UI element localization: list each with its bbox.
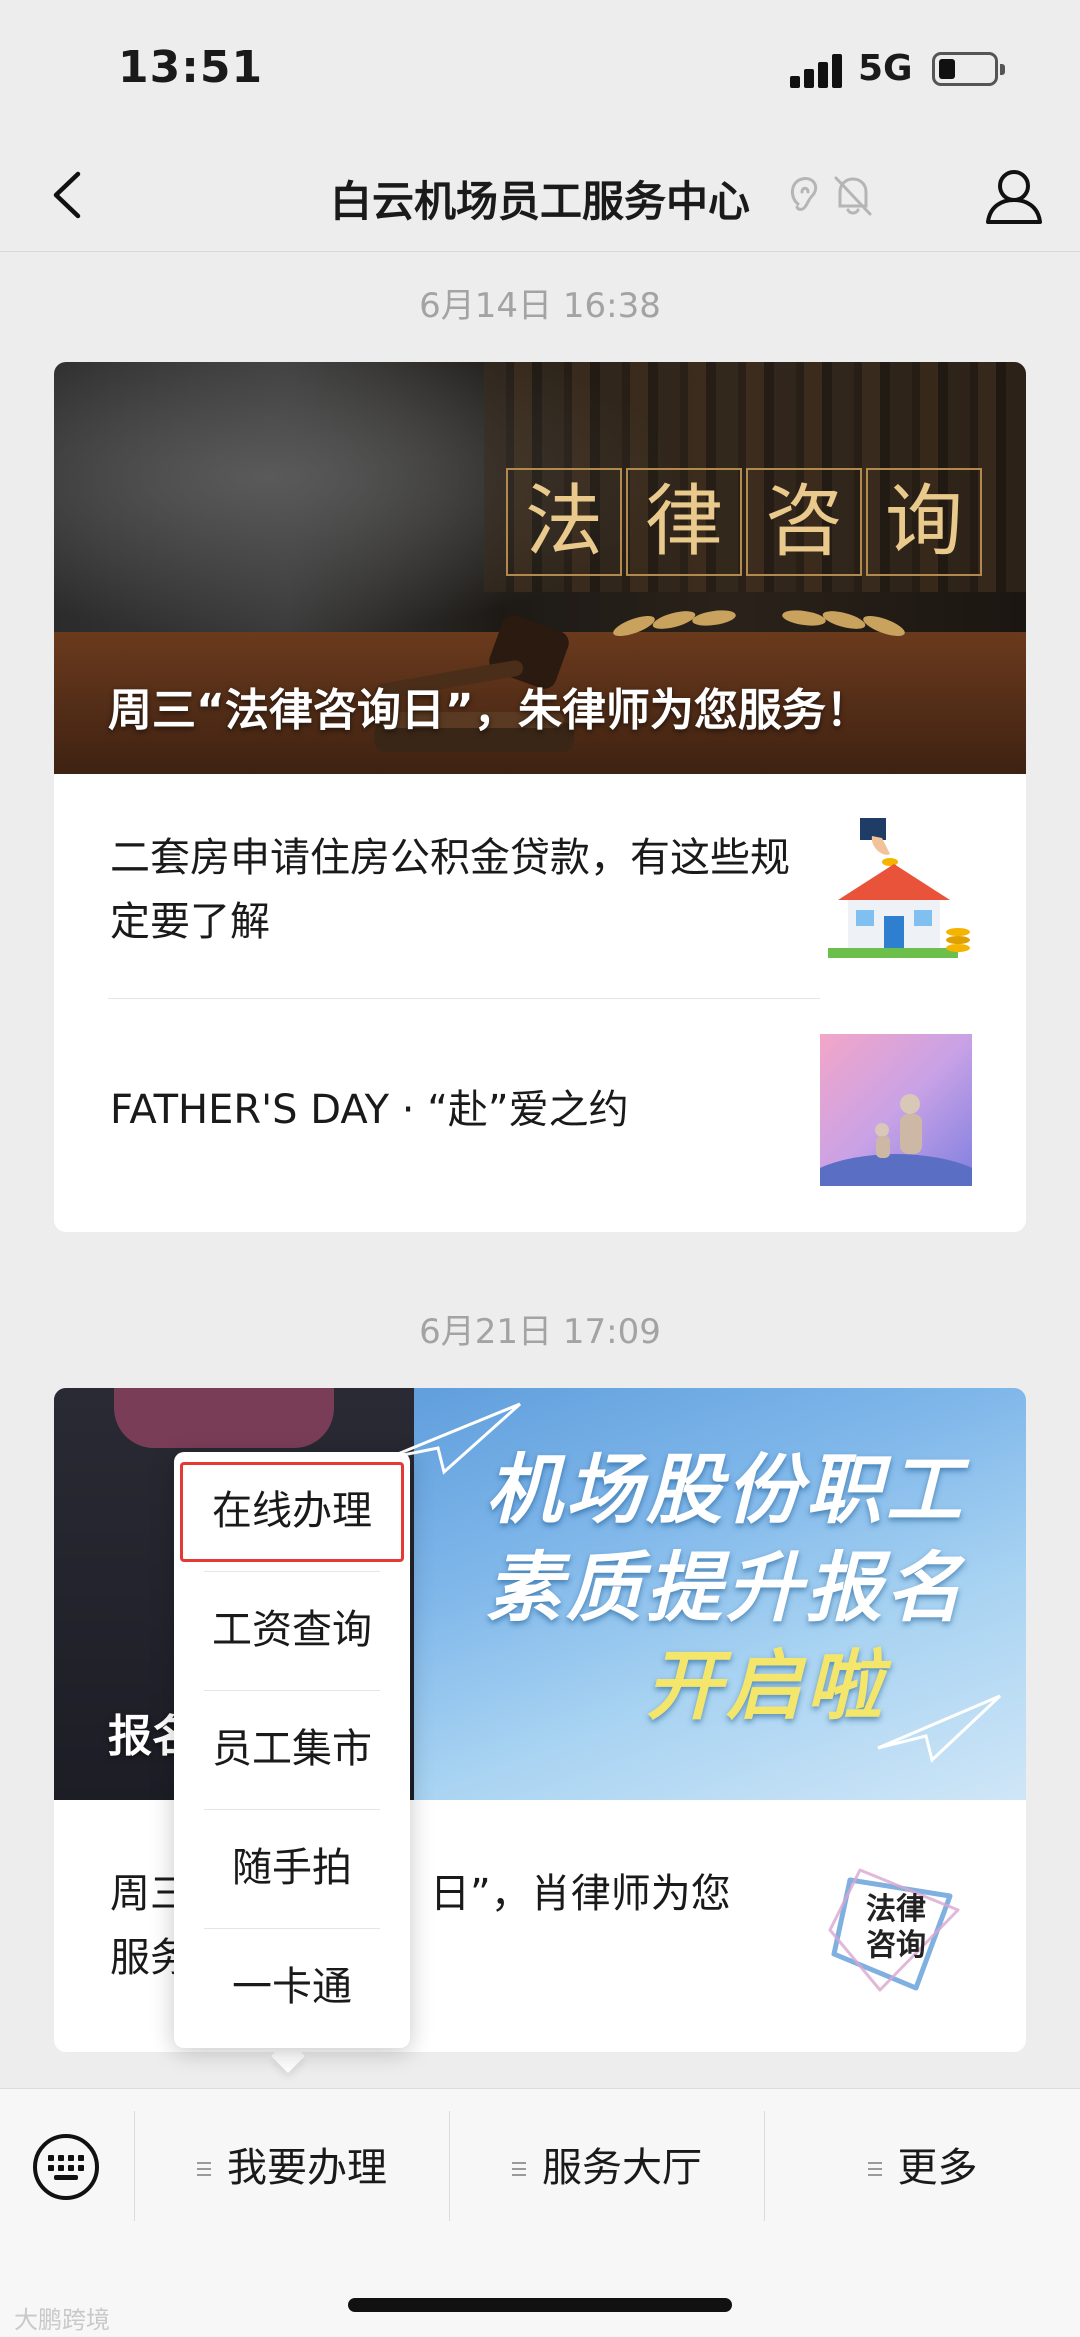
keyboard-toggle-button[interactable]	[30, 2131, 102, 2203]
menu-item-staff-market[interactable]: 员工集市	[174, 1690, 410, 1809]
menu-item-snapshot[interactable]: 随手拍	[174, 1809, 410, 1928]
status-time: 13:51	[118, 42, 264, 93]
watermark: 大鹏跨境	[14, 2306, 110, 2334]
menu-lines-icon	[867, 2162, 882, 2178]
article-item[interactable]: FATHER'S DAY · “赴”爱之约	[54, 1000, 1026, 1220]
logo-text: 法律咨询	[866, 1892, 926, 1963]
keyboard-icon	[33, 2134, 99, 2200]
father-child-thumbnail	[820, 1034, 972, 1186]
menu-lines-icon	[197, 2162, 211, 2178]
laurel-icon	[613, 610, 905, 636]
message-timestamp: 6月21日 17:09	[419, 1312, 661, 1352]
cover-heading: 法 律 咨 询	[506, 468, 982, 576]
message-timestamp: 6月14日 16:38	[419, 286, 661, 326]
profile-button[interactable]	[978, 160, 1050, 232]
menu-lines-icon	[512, 2162, 526, 2178]
menu-tab-more[interactable]: 更多	[765, 2123, 1080, 2213]
ear-icon	[791, 177, 818, 211]
legal-consultancy-logo: 法律咨询	[820, 1850, 972, 2002]
menu-item-card[interactable]: 一卡通	[174, 1928, 410, 2047]
mute-bell-icon	[834, 176, 872, 216]
paper-plane-icon	[877, 1694, 1002, 1763]
article-cover[interactable]: 法 律 咨 询 周三“法律咨询日”，朱律师为您服务！	[54, 362, 1026, 774]
article-item[interactable]: 二套房申请住房公积金贷款，有这些规定要了解	[54, 780, 1026, 1000]
article-card: 法 律 咨 询 周三“法律咨询日”，朱律师为您服务！ 二套房申请住房公积金贷款，…	[54, 362, 1026, 1232]
nav-bar: 白云机场员工服务中心	[0, 140, 1080, 252]
house-coins-thumbnail	[820, 814, 972, 966]
menu-tab-service-hall[interactable]: 服务大厅	[450, 2123, 764, 2213]
user-icon	[986, 170, 1042, 224]
menu-item-salary-query[interactable]: 工资查询	[174, 1571, 410, 1690]
status-bar: 13:51 5G	[0, 0, 1080, 140]
menu-tab-i-want-to-handle[interactable]: 我要办理	[135, 2123, 449, 2213]
page-title: 白云机场员工服务中心	[329, 177, 750, 226]
signal-icon	[790, 54, 844, 88]
network-label: 5G	[858, 48, 913, 89]
cover-title: 周三“法律咨询日”，朱律师为您服务！	[108, 685, 870, 736]
home-indicator	[348, 2298, 732, 2312]
highlight-box	[180, 1462, 404, 1562]
submenu-popup: 在线办理 工资查询 员工集市 随手拍 一卡通	[174, 1452, 410, 2048]
article-title: 二套房申请住房公积金贷款，有这些规定要了解	[110, 835, 790, 945]
battery-icon	[932, 52, 1005, 86]
article-title: FATHER'S DAY · “赴”爱之约	[110, 1087, 629, 1133]
menu-item-online-service[interactable]: 在线办理	[174, 1452, 410, 1571]
